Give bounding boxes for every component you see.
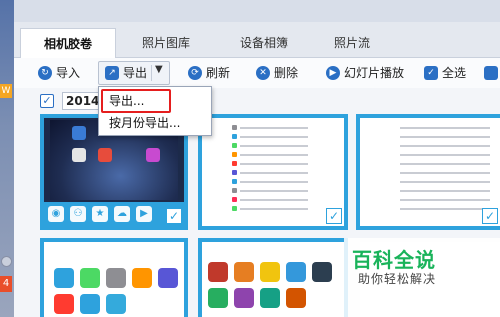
- refresh-button[interactable]: ⟳ 刷新: [188, 63, 230, 83]
- background-strip: W 4: [0, 0, 14, 317]
- watermark-title: 百科全说: [352, 248, 436, 272]
- slideshow-button[interactable]: ▶ 幻灯片播放: [326, 63, 404, 83]
- export-icon: ↗: [105, 66, 119, 80]
- toolbar: ↻ 导入 ↗ 导出 ▼ ⟳ 刷新 ✕ 删除 ▶ 幻灯片播放 ✓ 全选: [14, 58, 500, 88]
- app-icon: [72, 126, 86, 140]
- selected-check-icon[interactable]: ✓: [482, 208, 498, 224]
- more-icon: [484, 66, 498, 80]
- year-filter[interactable]: 2014: [62, 92, 102, 110]
- background-badge: W: [0, 84, 12, 98]
- export-divider: [151, 65, 152, 81]
- tab-photo-library[interactable]: 照片图库: [118, 28, 214, 58]
- tab-bar: 相机胶卷 照片图库 设备相簿 照片流: [14, 22, 500, 58]
- background-badge-red: 4: [0, 276, 12, 292]
- import-icon: ↻: [38, 66, 52, 80]
- photo-thumbnail[interactable]: ✓: [198, 114, 348, 230]
- export-split-button[interactable]: ↗ 导出 ▼: [98, 61, 170, 85]
- export-dropdown-caret-icon[interactable]: ▼: [155, 64, 163, 75]
- select-all-checkbox[interactable]: ✓: [40, 94, 54, 108]
- app-icon: [146, 148, 160, 162]
- selected-check-icon[interactable]: ✓: [326, 208, 342, 224]
- delete-button[interactable]: ✕ 删除: [256, 63, 298, 83]
- select-all-label: 全选: [442, 66, 467, 80]
- menu-item-export-by-month[interactable]: 按月份导出...: [109, 113, 180, 133]
- tab-camera-roll[interactable]: 相机胶卷: [20, 28, 116, 58]
- appstore-screenshot: [208, 262, 332, 282]
- photo-thumbnail[interactable]: [198, 238, 348, 317]
- app-icon: [98, 148, 112, 162]
- more-button[interactable]: [484, 63, 498, 83]
- slideshow-label: 幻灯片播放: [344, 66, 405, 80]
- export-button[interactable]: ↗ 导出: [105, 63, 147, 83]
- app-icon: [72, 148, 86, 162]
- photo-thumbnail[interactable]: ✓: [356, 114, 500, 230]
- select-all-button[interactable]: ✓ 全选: [424, 63, 466, 83]
- tab-device-albums[interactable]: 设备相簿: [216, 28, 312, 58]
- delete-label: 删除: [274, 66, 299, 80]
- play-icon[interactable]: ▶: [136, 206, 152, 222]
- play-icon: ▶: [326, 66, 340, 80]
- menu-item-export[interactable]: 导出...: [109, 91, 144, 111]
- filter-row: ✓ 2014: [14, 88, 500, 114]
- background-round-icon: [1, 256, 12, 267]
- settings-screenshot: [232, 124, 308, 214]
- star-icon[interactable]: ★: [92, 206, 108, 222]
- photo-manager-window: 相机胶卷 照片图库 设备相簿 照片流 ↻ 导入 ↗ 导出 ▼ ⟳ 刷新 ✕ 删除…: [14, 0, 500, 317]
- export-menu: 导出... 按月份导出...: [98, 86, 212, 136]
- view-icon[interactable]: ◉: [48, 206, 64, 222]
- refresh-icon: ⟳: [188, 66, 202, 80]
- tab-photo-stream[interactable]: 照片流: [304, 28, 400, 58]
- cloud-icon[interactable]: ☁: [114, 206, 130, 222]
- settings-detail-screenshot: [400, 124, 490, 214]
- share-icon[interactable]: ⚇: [70, 206, 86, 222]
- title-area: [14, 0, 500, 22]
- delete-icon: ✕: [256, 66, 270, 80]
- photo-thumbnail[interactable]: [40, 238, 188, 317]
- thumbnail-action-bar: ◉ ⚇ ★ ☁ ▶: [44, 202, 184, 226]
- refresh-label: 刷新: [206, 66, 231, 80]
- export-label: 导出: [123, 66, 148, 80]
- import-label: 导入: [56, 66, 81, 80]
- appstore-screenshot: [54, 268, 178, 288]
- import-button[interactable]: ↻ 导入: [38, 63, 80, 83]
- selected-check-icon[interactable]: ✓: [166, 208, 182, 224]
- watermark-subtitle: 助你轻松解决: [358, 272, 437, 286]
- check-icon: ✓: [424, 66, 438, 80]
